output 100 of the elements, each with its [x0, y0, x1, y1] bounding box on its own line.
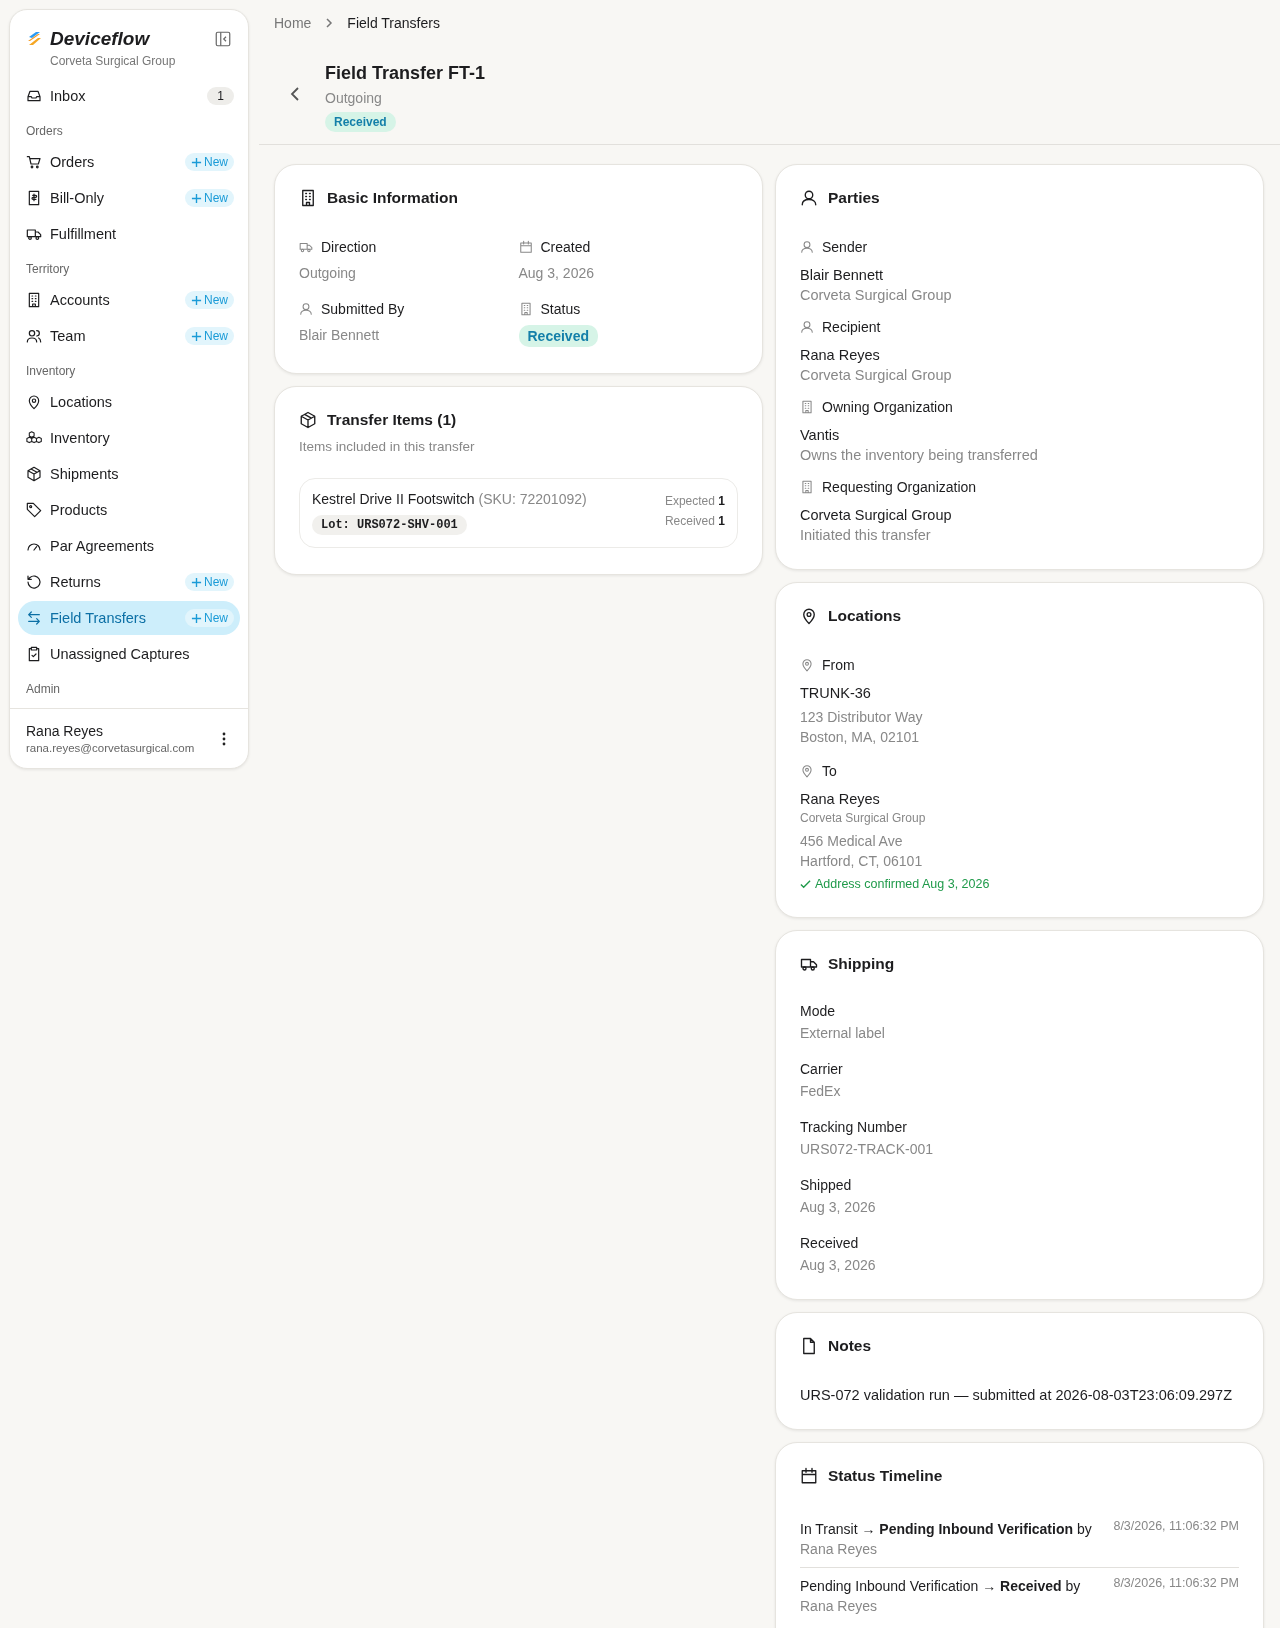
sidebar-toggle-icon[interactable] [214, 30, 232, 48]
party-name: Vantis [800, 427, 841, 443]
plus-icon [191, 612, 202, 624]
building-icon [518, 302, 533, 316]
undo-icon [26, 574, 42, 590]
nav-item[interactable]: Bill-Only New [18, 181, 240, 215]
map-pin-icon [800, 607, 818, 625]
user-icon [299, 302, 313, 316]
nav-item[interactable]: Inbox 1 [18, 79, 240, 113]
inbox-icon [26, 88, 42, 104]
card-title: Notes [828, 1337, 872, 1355]
plus-icon [191, 330, 202, 342]
location-name: TRUNK-36 [800, 685, 872, 701]
address-text: 456 Medical Ave Hartford, CT, 06101 [800, 832, 924, 871]
field-label: Shipped [800, 1177, 853, 1193]
card-title: Status Timeline [828, 1467, 943, 1485]
building-icon [26, 292, 42, 308]
timeline-entry: In Transit → Pending Inbound Verification by Rana Reyes [800, 1520, 1093, 1559]
user-icon [800, 189, 818, 207]
card-title: Shipping [828, 955, 895, 973]
nav-item[interactable]: Unassigned Captures [18, 637, 240, 671]
nav-item[interactable]: Shipments [18, 457, 240, 491]
field-label: Mode [800, 1003, 837, 1019]
map-pin-icon [26, 394, 42, 410]
user-name: Rana Reyes [26, 723, 105, 739]
field-value: URS072-TRACK-001 [800, 1141, 935, 1157]
breadcrumb-link[interactable]: Home [274, 15, 312, 31]
field-value: Aug 3, 2026 [518, 265, 595, 281]
check-icon [800, 878, 811, 890]
logo-icon [26, 31, 42, 47]
field-value: Aug 3, 2026 [800, 1199, 877, 1215]
cart-icon [26, 154, 42, 170]
nav-item[interactable]: Accounts New [18, 283, 240, 317]
card-title: Transfer Items (1) [327, 411, 457, 429]
nav-section-title: Territory [25, 261, 71, 278]
map-pin-icon [800, 764, 814, 778]
address-text: 123 Distributor Way Boston, MA, 02101 [800, 708, 924, 747]
nav-item[interactable]: Products [18, 493, 240, 527]
count-badge: 1 [207, 87, 234, 105]
arrows-icon [26, 610, 42, 626]
field-value: FedEx [800, 1083, 842, 1099]
user-icon [800, 240, 814, 254]
party-note: Owns the inventory being transferred [800, 447, 1039, 463]
package-icon [299, 411, 317, 429]
users-icon [26, 328, 42, 344]
field-value: Blair Bennett [299, 327, 381, 343]
party-name: Corveta Surgical Group [800, 507, 953, 523]
field-value: Aug 3, 2026 [800, 1257, 877, 1273]
field-value: Outgoing [299, 265, 357, 281]
field-label: To [822, 763, 837, 779]
nav-section-title: Admin [25, 681, 61, 698]
field-value: External label [800, 1025, 886, 1041]
card-title: Basic Information [327, 189, 458, 207]
field-label: Carrier [800, 1061, 844, 1077]
clipboard-icon [26, 646, 42, 662]
page-title: Field Transfer FT-1 [325, 63, 486, 84]
status-badge: Received [518, 325, 598, 347]
calendar-icon [518, 240, 533, 254]
field-label: From [822, 657, 855, 673]
building-icon [299, 189, 317, 207]
nav-item[interactable]: Par Agreements [18, 529, 240, 563]
expected-count: Expected 1 [664, 493, 725, 510]
field-label: Requesting Organization [822, 479, 977, 495]
building-icon [800, 480, 814, 494]
party-note: Initiated this transfer [800, 527, 932, 543]
field-label: Received [800, 1235, 860, 1251]
nav-item[interactable]: Orders New [18, 145, 240, 179]
package-icon [26, 466, 42, 482]
field-label: Tracking Number [800, 1119, 908, 1135]
page-subtitle: Outgoing [325, 90, 383, 106]
timeline-entry: Pending Inbound Verification → Received by Rana Reyes [800, 1577, 1082, 1616]
plus-icon [191, 156, 202, 168]
lot-tag: Lot: URS072-SHV-001 [312, 515, 467, 535]
nav-section-title: Orders [25, 123, 64, 140]
truck-icon [299, 240, 313, 254]
note-text: URS-072 validation run — submitted at 2026-08-03T23:06:09.297Z [800, 1387, 1234, 1403]
nav-item[interactable]: Returns New [18, 565, 240, 599]
nav-item[interactable]: Team New [18, 319, 240, 353]
timeline-time: 8/3/2026, 11:06:32 PM [1113, 1576, 1239, 1592]
nav-item[interactable]: Inventory [18, 421, 240, 455]
party-name: Blair Bennett [800, 267, 885, 283]
nav-item[interactable]: Fulfillment [18, 217, 240, 251]
nav-item[interactable]: Locations [18, 385, 240, 419]
tag-icon [26, 502, 42, 518]
location-org: Corveta Surgical Group [800, 811, 927, 825]
card-title: Parties [828, 189, 880, 207]
nav-item[interactable]: Field Transfers New [18, 601, 240, 635]
breadcrumb-link[interactable]: Field Transfers [347, 15, 440, 31]
field-label: Recipient [822, 319, 881, 335]
user-icon [800, 320, 814, 334]
location-name: Rana Reyes [800, 791, 881, 807]
brand-name: Deviceflow [50, 28, 151, 50]
field-label: Sender [822, 239, 868, 255]
building-icon [800, 400, 814, 414]
confirmation-text: Address confirmed Aug 3, 2026 [815, 877, 990, 891]
timeline-time: 8/3/2026, 11:06:32 PM [1113, 1519, 1239, 1535]
party-note: Corveta Surgical Group [800, 287, 953, 303]
field-label: Direction [321, 239, 377, 255]
received-count: Received 1 [664, 513, 725, 530]
field-label: Status [540, 301, 581, 317]
